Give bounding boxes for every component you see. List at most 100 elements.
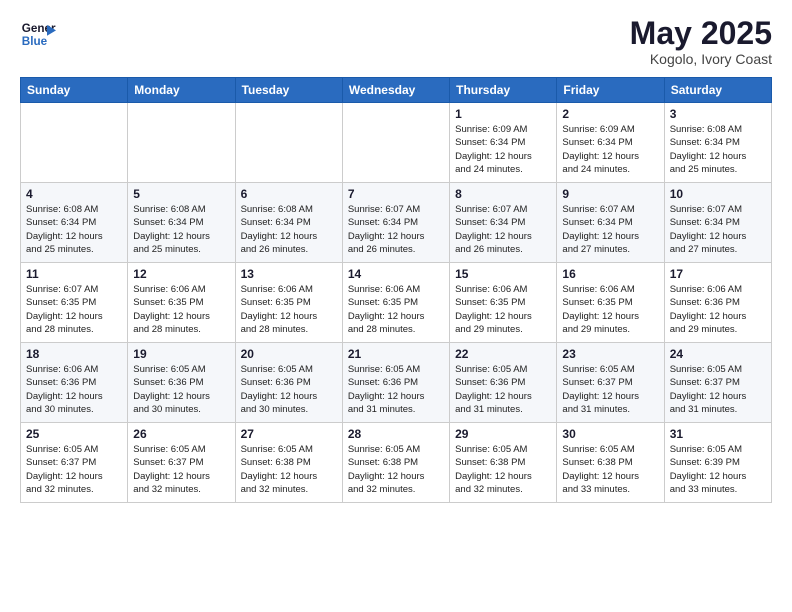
calendar-cell: 5 Sunrise: 6:08 AM Sunset: 6:34 PM Daylig…: [128, 183, 235, 263]
day-info: Sunrise: 6:05 AM Sunset: 6:38 PM Dayligh…: [562, 443, 658, 496]
calendar-cell: 12 Sunrise: 6:06 AM Sunset: 6:35 PM Dayli…: [128, 263, 235, 343]
calendar-cell: 24Sunrise: 6:05 AM Sunset: 6:37 PM Dayli…: [664, 343, 771, 423]
day-info: Sunrise: 6:09 AM Sunset: 6:34 PM Dayligh…: [455, 123, 551, 176]
calendar-week-1: 1 Sunrise: 6:09 AM Sunset: 6:34 PM Daylig…: [21, 103, 772, 183]
day-number: 18: [26, 347, 122, 361]
day-number: 30: [562, 427, 658, 441]
calendar-cell: 8 Sunrise: 6:07 AM Sunset: 6:34 PM Daylig…: [450, 183, 557, 263]
day-number: 12: [133, 267, 229, 281]
day-info: Sunrise: 6:06 AM Sunset: 6:35 PM Dayligh…: [455, 283, 551, 336]
calendar-week-5: 25 Sunrise: 6:05 AM Sunset: 6:37 PM Dayli…: [21, 423, 772, 503]
day-number: 28: [348, 427, 444, 441]
day-number: 5: [133, 187, 229, 201]
day-info: Sunrise: 6:06 AM Sunset: 6:36 PM Dayligh…: [670, 283, 766, 336]
day-info: Sunrise: 6:09 AM Sunset: 6:34 PM Dayligh…: [562, 123, 658, 176]
col-header-thursday: Thursday: [450, 78, 557, 103]
day-info: Sunrise: 6:05 AM Sunset: 6:37 PM Dayligh…: [562, 363, 658, 416]
day-number: 27: [241, 427, 337, 441]
logo: General Blue: [20, 16, 56, 52]
location: Kogolo, Ivory Coast: [630, 51, 772, 67]
day-number: 16: [562, 267, 658, 281]
day-info: Sunrise: 6:05 AM Sunset: 6:37 PM Dayligh…: [26, 443, 122, 496]
calendar-cell: 10 Sunrise: 6:07 AM Sunset: 6:34 PM Dayli…: [664, 183, 771, 263]
day-info: Sunrise: 6:05 AM Sunset: 6:36 PM Dayligh…: [455, 363, 551, 416]
col-header-monday: Monday: [128, 78, 235, 103]
calendar-cell: 2 Sunrise: 6:09 AM Sunset: 6:34 PM Daylig…: [557, 103, 664, 183]
day-number: 13: [241, 267, 337, 281]
day-info: Sunrise: 6:07 AM Sunset: 6:34 PM Dayligh…: [670, 203, 766, 256]
calendar-cell: 19 Sunrise: 6:05 AM Sunset: 6:36 PM Dayli…: [128, 343, 235, 423]
calendar-cell: 3 Sunrise: 6:08 AM Sunset: 6:34 PM Daylig…: [664, 103, 771, 183]
day-number: 21: [348, 347, 444, 361]
calendar-cell: 23Sunrise: 6:05 AM Sunset: 6:37 PM Dayli…: [557, 343, 664, 423]
calendar-cell: [128, 103, 235, 183]
day-info: Sunrise: 6:05 AM Sunset: 6:38 PM Dayligh…: [241, 443, 337, 496]
month-year: May 2025: [630, 16, 772, 51]
day-number: 17: [670, 267, 766, 281]
calendar-cell: 25 Sunrise: 6:05 AM Sunset: 6:37 PM Dayli…: [21, 423, 128, 503]
calendar-cell: [342, 103, 449, 183]
calendar: SundayMondayTuesdayWednesdayThursdayFrid…: [20, 77, 772, 503]
day-info: Sunrise: 6:05 AM Sunset: 6:36 PM Dayligh…: [241, 363, 337, 416]
day-number: 6: [241, 187, 337, 201]
day-number: 9: [562, 187, 658, 201]
day-info: Sunrise: 6:06 AM Sunset: 6:35 PM Dayligh…: [241, 283, 337, 336]
day-info: Sunrise: 6:08 AM Sunset: 6:34 PM Dayligh…: [670, 123, 766, 176]
page: General Blue May 2025 Kogolo, Ivory Coas…: [0, 0, 792, 523]
day-info: Sunrise: 6:06 AM Sunset: 6:35 PM Dayligh…: [562, 283, 658, 336]
logo-icon: General Blue: [20, 16, 56, 52]
day-info: Sunrise: 6:05 AM Sunset: 6:38 PM Dayligh…: [348, 443, 444, 496]
calendar-cell: 4Sunrise: 6:08 AM Sunset: 6:34 PM Daylig…: [21, 183, 128, 263]
calendar-cell: 1 Sunrise: 6:09 AM Sunset: 6:34 PM Daylig…: [450, 103, 557, 183]
day-info: Sunrise: 6:05 AM Sunset: 6:37 PM Dayligh…: [133, 443, 229, 496]
day-number: 24: [670, 347, 766, 361]
day-number: 26: [133, 427, 229, 441]
calendar-cell: 17 Sunrise: 6:06 AM Sunset: 6:36 PM Dayli…: [664, 263, 771, 343]
day-number: 2: [562, 107, 658, 121]
day-info: Sunrise: 6:05 AM Sunset: 6:39 PM Dayligh…: [670, 443, 766, 496]
day-number: 19: [133, 347, 229, 361]
calendar-week-2: 4Sunrise: 6:08 AM Sunset: 6:34 PM Daylig…: [21, 183, 772, 263]
calendar-cell: 14Sunrise: 6:06 AM Sunset: 6:35 PM Dayli…: [342, 263, 449, 343]
calendar-week-3: 11Sunrise: 6:07 AM Sunset: 6:35 PM Dayli…: [21, 263, 772, 343]
svg-text:Blue: Blue: [22, 35, 48, 48]
calendar-cell: 7Sunrise: 6:07 AM Sunset: 6:34 PM Daylig…: [342, 183, 449, 263]
calendar-cell: 22 Sunrise: 6:05 AM Sunset: 6:36 PM Dayli…: [450, 343, 557, 423]
calendar-cell: 11Sunrise: 6:07 AM Sunset: 6:35 PM Dayli…: [21, 263, 128, 343]
day-info: Sunrise: 6:06 AM Sunset: 6:35 PM Dayligh…: [133, 283, 229, 336]
calendar-cell: 18 Sunrise: 6:06 AM Sunset: 6:36 PM Dayli…: [21, 343, 128, 423]
calendar-cell: 27 Sunrise: 6:05 AM Sunset: 6:38 PM Dayli…: [235, 423, 342, 503]
day-number: 25: [26, 427, 122, 441]
col-header-saturday: Saturday: [664, 78, 771, 103]
day-info: Sunrise: 6:05 AM Sunset: 6:38 PM Dayligh…: [455, 443, 551, 496]
day-info: Sunrise: 6:05 AM Sunset: 6:36 PM Dayligh…: [133, 363, 229, 416]
day-number: 1: [455, 107, 551, 121]
day-number: 14: [348, 267, 444, 281]
calendar-cell: 9Sunrise: 6:07 AM Sunset: 6:34 PM Daylig…: [557, 183, 664, 263]
calendar-cell: 15Sunrise: 6:06 AM Sunset: 6:35 PM Dayli…: [450, 263, 557, 343]
calendar-cell: 31 Sunrise: 6:05 AM Sunset: 6:39 PM Dayli…: [664, 423, 771, 503]
calendar-cell: 29Sunrise: 6:05 AM Sunset: 6:38 PM Dayli…: [450, 423, 557, 503]
day-number: 10: [670, 187, 766, 201]
day-info: Sunrise: 6:08 AM Sunset: 6:34 PM Dayligh…: [241, 203, 337, 256]
day-info: Sunrise: 6:06 AM Sunset: 6:36 PM Dayligh…: [26, 363, 122, 416]
day-number: 8: [455, 187, 551, 201]
col-header-tuesday: Tuesday: [235, 78, 342, 103]
day-number: 3: [670, 107, 766, 121]
day-number: 20: [241, 347, 337, 361]
day-info: Sunrise: 6:08 AM Sunset: 6:34 PM Dayligh…: [133, 203, 229, 256]
calendar-cell: 13 Sunrise: 6:06 AM Sunset: 6:35 PM Dayli…: [235, 263, 342, 343]
col-header-friday: Friday: [557, 78, 664, 103]
day-number: 7: [348, 187, 444, 201]
col-header-sunday: Sunday: [21, 78, 128, 103]
calendar-week-4: 18 Sunrise: 6:06 AM Sunset: 6:36 PM Dayli…: [21, 343, 772, 423]
day-info: Sunrise: 6:07 AM Sunset: 6:34 PM Dayligh…: [455, 203, 551, 256]
calendar-cell: [21, 103, 128, 183]
header: General Blue May 2025 Kogolo, Ivory Coas…: [20, 16, 772, 67]
day-number: 22: [455, 347, 551, 361]
title-block: May 2025 Kogolo, Ivory Coast: [630, 16, 772, 67]
calendar-cell: 20 Sunrise: 6:05 AM Sunset: 6:36 PM Dayli…: [235, 343, 342, 423]
calendar-cell: 16 Sunrise: 6:06 AM Sunset: 6:35 PM Dayli…: [557, 263, 664, 343]
col-header-wednesday: Wednesday: [342, 78, 449, 103]
day-number: 31: [670, 427, 766, 441]
